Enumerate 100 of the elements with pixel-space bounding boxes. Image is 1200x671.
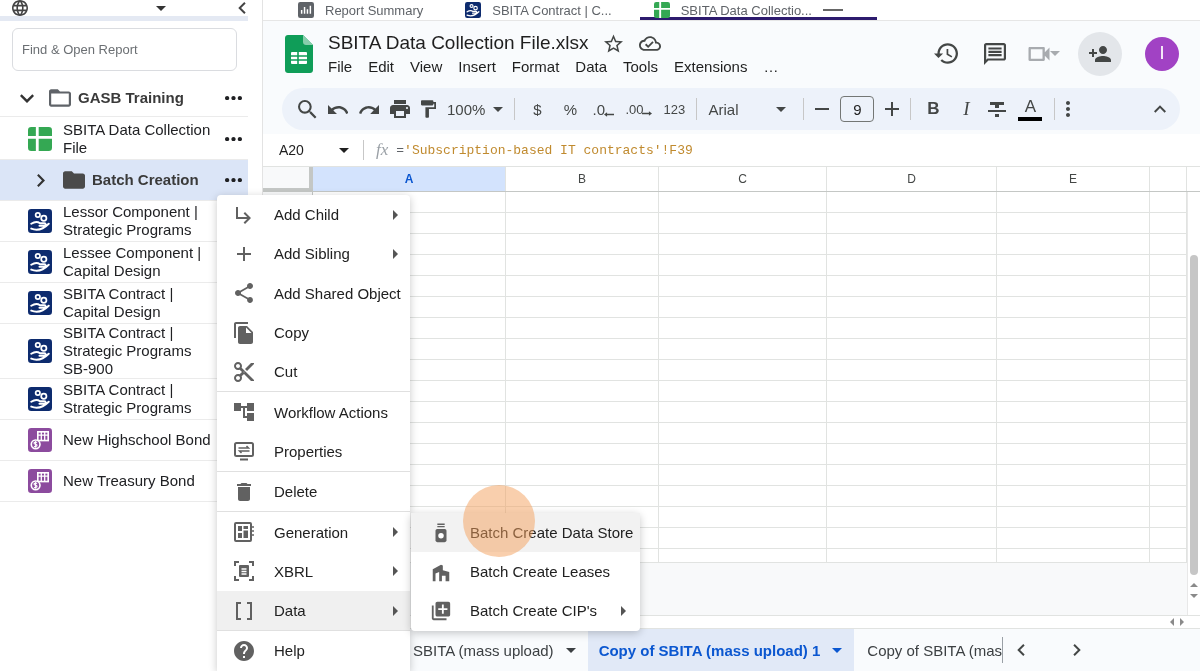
chevron-left-icon[interactable] bbox=[238, 2, 246, 14]
calendar-coin-icon bbox=[28, 428, 52, 452]
caret-left-icon[interactable] bbox=[1170, 618, 1174, 626]
help-icon bbox=[232, 638, 256, 663]
menu-item[interactable]: Batch Create CIP's bbox=[411, 591, 640, 630]
name-box[interactable]: A20 bbox=[263, 142, 355, 158]
tab[interactable]: Report Summary bbox=[284, 0, 438, 20]
star-icon[interactable] bbox=[604, 33, 624, 53]
chevron-up-icon[interactable] bbox=[1154, 105, 1166, 113]
menu-item[interactable]: XBRL bbox=[217, 551, 410, 591]
spreadsheet-icon bbox=[28, 127, 52, 151]
menu-bar-item[interactable]: … bbox=[757, 58, 785, 75]
calendar-coin-icon bbox=[28, 469, 52, 493]
tree-item-label: New Treasury Bond bbox=[63, 472, 195, 490]
tree-item[interactable]: GASB Training bbox=[0, 80, 248, 117]
more-icon[interactable] bbox=[225, 136, 242, 142]
menu-item[interactable]: Generation bbox=[217, 512, 410, 552]
undo-icon[interactable] bbox=[328, 104, 348, 114]
sheet-tab[interactable]: SBITA (mass upload) bbox=[413, 629, 588, 671]
column-header[interactable]: D bbox=[827, 167, 997, 191]
column-header[interactable]: B bbox=[506, 167, 659, 191]
more-vertical-icon[interactable] bbox=[1066, 101, 1071, 117]
column-header[interactable]: E bbox=[997, 167, 1150, 191]
cloud-check-icon[interactable] bbox=[639, 35, 662, 51]
tree-item-label: SBITA Contract | Capital Design bbox=[63, 285, 175, 321]
tab[interactable]: SBITA Contract | C... bbox=[451, 0, 626, 20]
account-avatar[interactable]: I bbox=[1145, 36, 1179, 71]
chevron-right-icon[interactable] bbox=[1073, 644, 1082, 656]
globe-icon bbox=[12, 0, 28, 16]
tree-item-label: Lessee Component | Capital Design bbox=[63, 244, 203, 280]
color-bar-icon bbox=[1018, 116, 1043, 121]
caret-right-icon[interactable] bbox=[1180, 618, 1184, 626]
plus-icon[interactable] bbox=[885, 102, 900, 116]
document-title[interactable]: SBITA Data Collection File.xlsx bbox=[328, 32, 589, 54]
copy-icon bbox=[232, 320, 256, 345]
strikethrough-icon[interactable] bbox=[988, 101, 1007, 117]
gears-hand-icon bbox=[28, 250, 52, 274]
caret-down-icon bbox=[493, 106, 504, 112]
search-icon[interactable] bbox=[298, 99, 317, 119]
tab[interactable]: SBITA Data Collectio... bbox=[639, 0, 877, 20]
font-size-field[interactable]: 9 bbox=[840, 96, 875, 122]
chevron-right-icon[interactable] bbox=[37, 173, 45, 187]
caret-down-icon[interactable] bbox=[156, 5, 166, 11]
number-format-option[interactable]: .00 bbox=[625, 101, 653, 117]
menu-bar-item[interactable]: Edit bbox=[362, 58, 401, 75]
tree-item-label: New Highschool Bond bbox=[63, 431, 211, 449]
menu-item[interactable]: Batch Create Data Store bbox=[411, 513, 640, 552]
number-format-option[interactable]: 123 bbox=[663, 101, 686, 117]
search-field[interactable]: Find & Open Report bbox=[12, 28, 237, 71]
history-icon[interactable] bbox=[934, 43, 958, 64]
sheet-tab[interactable]: Copy of SBITA (mas bbox=[854, 637, 1004, 663]
paint-roller-icon[interactable] bbox=[421, 99, 436, 119]
tree-item[interactable]: Batch Creation bbox=[0, 160, 248, 201]
menu-bar-item[interactable]: Tools bbox=[617, 58, 665, 75]
share-icon bbox=[232, 281, 256, 306]
scroll-thumb[interactable] bbox=[1190, 255, 1198, 575]
number-format-option[interactable]: % bbox=[559, 100, 582, 118]
tree-item-label: SBITA Contract | Strategic Programs bbox=[63, 381, 193, 417]
menu-item[interactable]: Help bbox=[217, 631, 410, 671]
menu-item[interactable]: Data bbox=[217, 590, 410, 631]
redo-icon[interactable] bbox=[359, 104, 379, 114]
number-format-option[interactable]: $ bbox=[526, 100, 549, 118]
menu-item[interactable]: Batch Create Leases bbox=[411, 552, 640, 591]
menu-item[interactable]: Delete bbox=[217, 472, 410, 512]
function-label: fx bbox=[376, 140, 389, 160]
chevron-left-icon[interactable] bbox=[1017, 644, 1026, 656]
chevron-down-icon[interactable] bbox=[20, 93, 34, 103]
number-format-option[interactable]: .0 bbox=[592, 100, 615, 118]
menu-bar-item[interactable]: Data bbox=[569, 58, 613, 75]
font-dropdown[interactable]: Arial bbox=[708, 100, 787, 118]
caret-down-icon bbox=[776, 106, 787, 112]
sheet-tab[interactable]: Copy of SBITA (mass upload) 1 bbox=[587, 629, 855, 671]
folder-icon bbox=[49, 89, 71, 107]
comment-icon[interactable] bbox=[984, 42, 1006, 65]
spreadsheet-logo-icon[interactable] bbox=[285, 34, 313, 73]
formula-text[interactable]: ='Subscription-based IT contracts'!F39 bbox=[396, 142, 693, 158]
italic-toggle[interactable]: I bbox=[955, 98, 978, 120]
vertical-scrollbar[interactable] bbox=[1187, 192, 1200, 615]
arrow-right-icon bbox=[642, 110, 653, 116]
share-button[interactable] bbox=[1078, 31, 1122, 76]
menu-bar-item[interactable]: Insert bbox=[452, 58, 502, 75]
folder-icon bbox=[63, 171, 85, 189]
gears-hand-icon bbox=[28, 339, 52, 363]
caret-up-icon[interactable] bbox=[1190, 583, 1198, 587]
menu-bar-item[interactable]: Format bbox=[505, 58, 566, 75]
more-icon[interactable] bbox=[225, 177, 242, 183]
person-add-icon bbox=[1089, 45, 1111, 62]
menu-bar-item[interactable]: File bbox=[322, 58, 359, 75]
text-color-picker[interactable]: A bbox=[1017, 97, 1044, 121]
column-header[interactable]: C bbox=[659, 167, 827, 191]
menu-bar-item[interactable]: View bbox=[404, 58, 449, 75]
gears-hand-icon bbox=[28, 291, 52, 315]
more-icon[interactable] bbox=[225, 95, 242, 101]
print-icon[interactable] bbox=[390, 100, 410, 118]
dash-icon[interactable] bbox=[822, 9, 843, 11]
menu-bar-item[interactable]: Extensions bbox=[668, 58, 754, 75]
minus-icon[interactable] bbox=[815, 108, 830, 110]
column-header[interactable]: A bbox=[313, 167, 506, 191]
zoom-dropdown[interactable]: 100% bbox=[447, 100, 504, 118]
bold-toggle[interactable]: B bbox=[922, 99, 945, 119]
